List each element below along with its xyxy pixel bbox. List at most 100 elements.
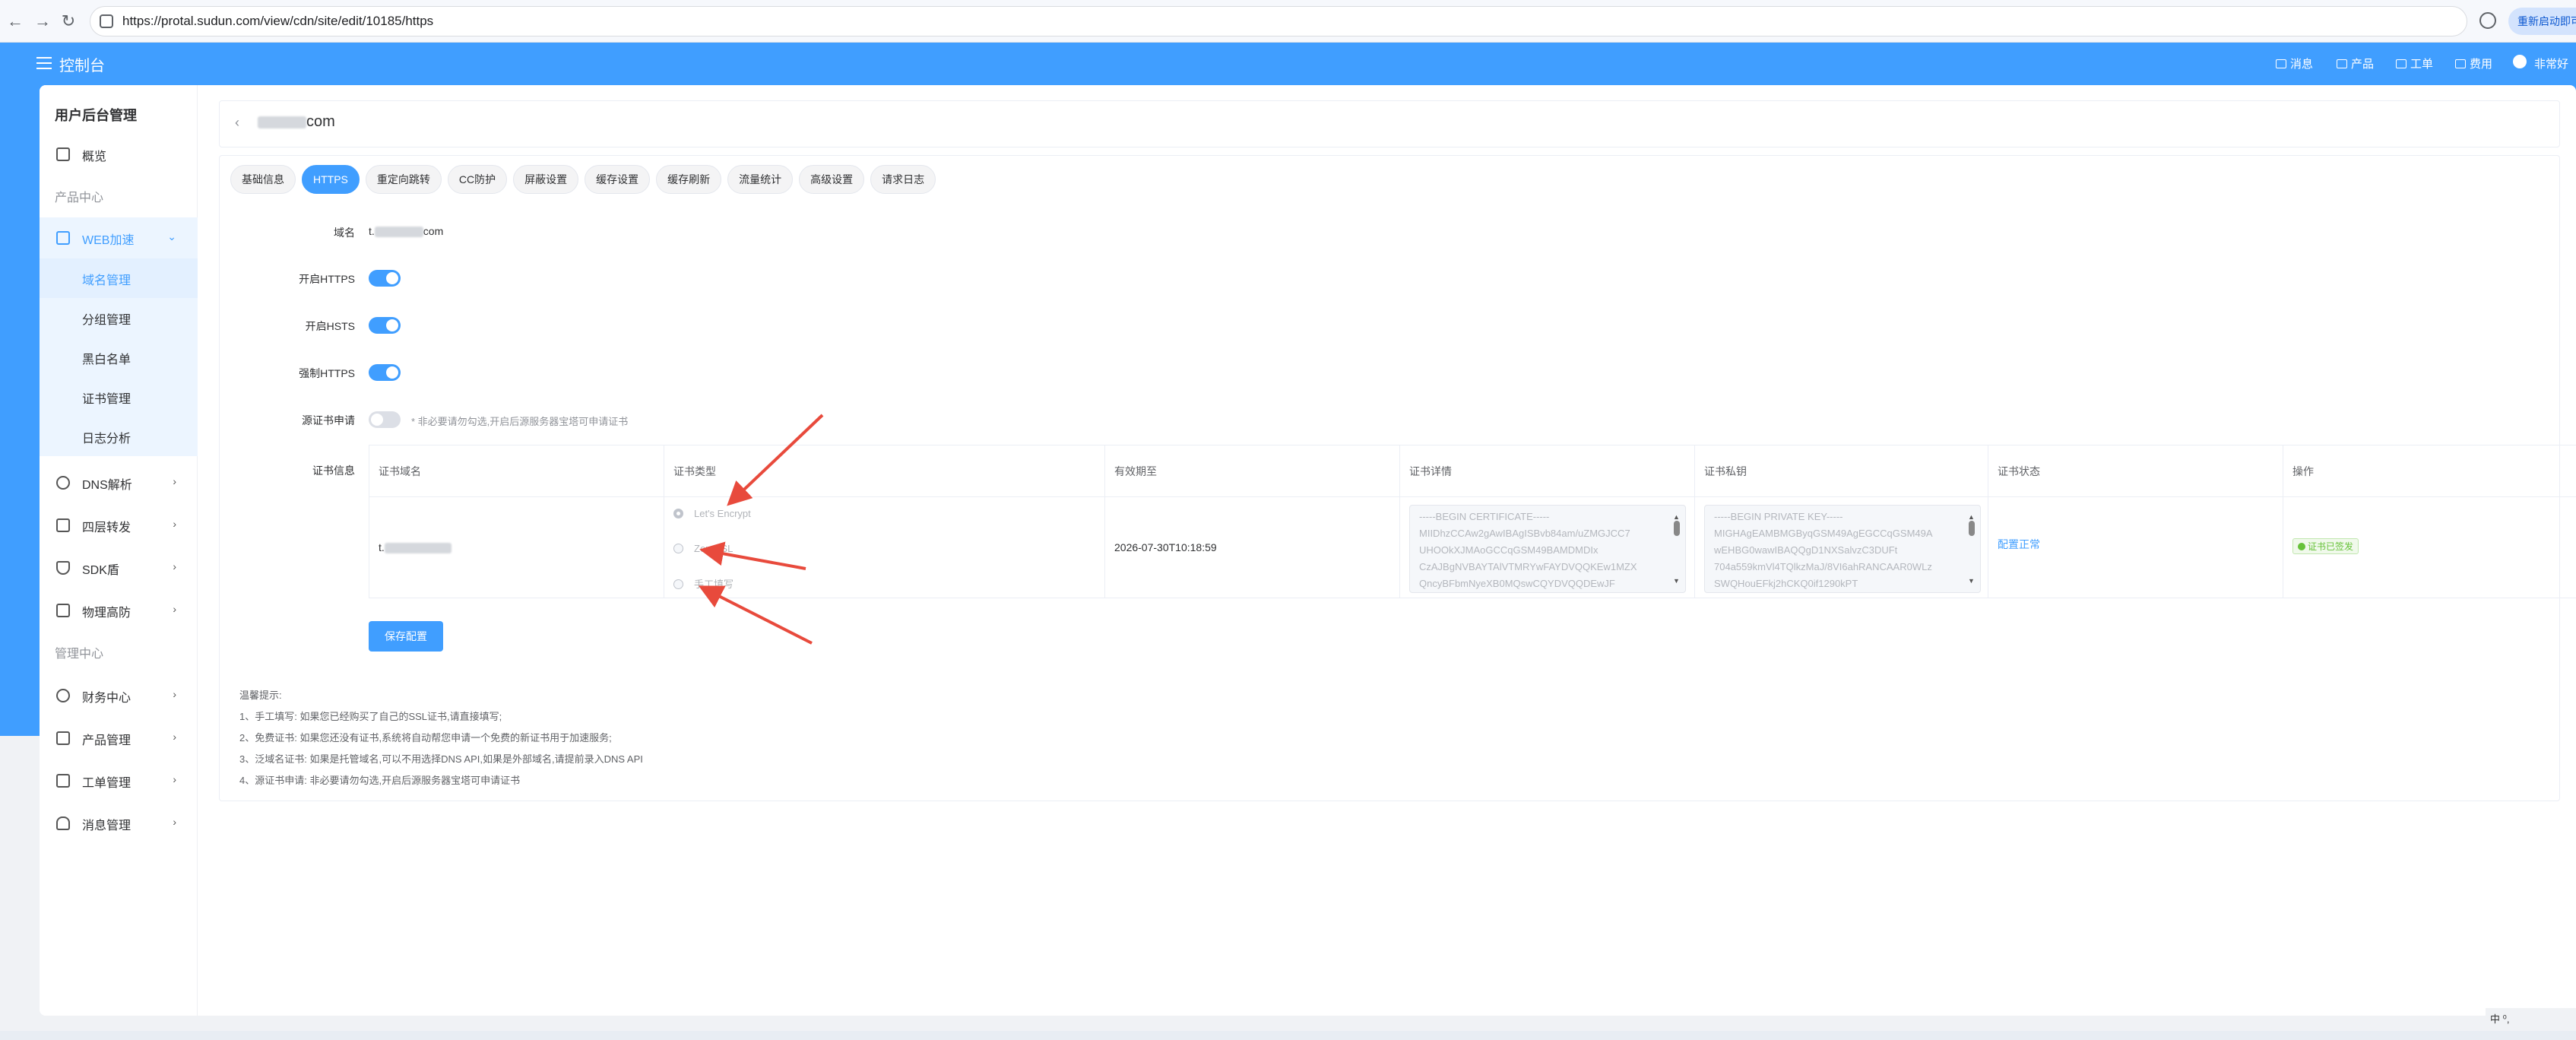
tab-https[interactable]: HTTPS <box>302 165 360 194</box>
sidebar-item-web-accel[interactable]: WEB加速 ⌄ <box>40 217 198 258</box>
domain-title: com <box>258 113 335 131</box>
system-tray[interactable]: 中 ⁰, <box>2486 1008 2576 1029</box>
url-text[interactable]: https://protal.sudun.com/view/cdn/site/e… <box>122 14 433 29</box>
sidebar-item-sdk[interactable]: SDK盾 › <box>40 547 198 588</box>
origin-cert-label: 源证书申请 <box>302 414 355 426</box>
site-info-icon[interactable] <box>100 14 113 28</box>
sidebar: 用户后台管理 概览 产品中心 WEB加速 ⌄ 域名管理 分组管理 黑白名单 证书… <box>40 85 198 1016</box>
shield-icon <box>56 561 70 575</box>
user-avatar[interactable] <box>2511 53 2528 70</box>
tip-line: 1、手工填写: 如果您已经购买了自己的SSL证书,请直接填写; <box>239 711 502 722</box>
key-textarea[interactable]: -----BEGIN PRIVATE KEY----- MIGHAgEAMBMG… <box>1704 505 1981 593</box>
cert-status-link[interactable]: 配置正常 <box>1998 537 2040 552</box>
chevron-down-icon: ⌄ <box>167 230 176 243</box>
tab-request-logs[interactable]: 请求日志 <box>870 165 936 194</box>
sidebar-item-messages[interactable]: 消息管理 › <box>40 803 198 844</box>
cert-type-cell: Let's Encrypt ZeroSSL 手工填写 <box>664 497 1105 598</box>
sidebar-sub-groups[interactable]: 分组管理 <box>40 298 198 338</box>
sidebar-sub-domains[interactable]: 域名管理 <box>40 258 198 298</box>
browser-toolbar: ← → ↻ https://protal.sudun.com/view/cdn/… <box>0 0 2576 43</box>
tab-bar: 基础信息 HTTPS 重定向跳转 CC防护 屏蔽设置 缓存设置 缓存刷新 流量统… <box>230 165 936 195</box>
sidebar-sub-certs[interactable]: 证书管理 <box>40 377 198 417</box>
cert-key-cell: -----BEGIN PRIVATE KEY----- MIGHAgEAMBMG… <box>1695 497 1988 598</box>
cert-scrollbar[interactable]: ▲ ▼ <box>1671 509 1682 589</box>
domain-label: 域名 <box>334 227 355 239</box>
tab-cc-protection[interactable]: CC防护 <box>447 165 508 194</box>
forward-icon[interactable]: → <box>30 9 55 33</box>
header-messages[interactable]: 消息 <box>2276 55 2313 71</box>
radio-zerossl[interactable]: ZeroSSL <box>673 543 733 554</box>
paper-plane-icon <box>56 231 70 245</box>
sidebar-group-products: 产品中心 <box>55 192 104 205</box>
https-label: 开启HTTPS <box>299 273 355 285</box>
chevron-right-icon: › <box>173 475 176 487</box>
header-products[interactable]: 产品 <box>2337 55 2374 71</box>
cubes-icon <box>56 731 70 745</box>
dollar-icon <box>56 689 70 702</box>
radio-manual[interactable]: 手工填写 <box>673 576 734 591</box>
back-icon[interactable]: ← <box>3 9 27 33</box>
tips-title: 温馨提示: <box>239 690 282 701</box>
force-https-switch[interactable] <box>369 364 401 381</box>
header-billing[interactable]: 费用 <box>2455 55 2492 71</box>
sidebar-title: 用户后台管理 <box>55 108 137 123</box>
cert-info-label: 证书信息 <box>312 465 355 477</box>
sidebar-item-physical-ddos[interactable]: 物理高防 › <box>40 590 198 631</box>
origin-cert-switch[interactable] <box>369 411 401 428</box>
taskbar-strip <box>0 1031 2576 1040</box>
tab-block-settings[interactable]: 屏蔽设置 <box>513 165 579 194</box>
tab-basic-info[interactable]: 基础信息 <box>230 165 296 194</box>
col-cert-detail: 证书详情 <box>1400 445 1695 497</box>
sidebar-item-product-mgmt[interactable]: 产品管理 › <box>40 718 198 759</box>
sidebar-item-l4-forward[interactable]: 四层转发 › <box>40 505 198 546</box>
sidebar-item-overview[interactable]: 概览 <box>40 134 198 175</box>
tip-line: 2、免费证书: 如果您还没有证书,系统将自动帮您申请一个免费的新证书用于加速服务… <box>239 732 612 744</box>
cert-domain-cell: t. <box>379 541 452 554</box>
tab-cache-refresh[interactable]: 缓存刷新 <box>656 165 722 194</box>
sidebar-item-tickets[interactable]: 工单管理 › <box>40 760 198 801</box>
cert-detail-cell: -----BEGIN CERTIFICATE----- MIIDhzCCAw2g… <box>1400 497 1695 598</box>
hamburger-menu-icon[interactable] <box>36 57 52 69</box>
hsts-switch[interactable] <box>369 317 401 334</box>
sidebar-item-finance[interactable]: 财务中心 › <box>40 675 198 716</box>
force-https-label: 强制HTTPS <box>299 367 355 379</box>
forward-arrows-icon <box>56 518 70 532</box>
tab-cache-settings[interactable]: 缓存设置 <box>585 165 651 194</box>
sidebar-group-management: 管理中心 <box>55 648 104 661</box>
ticket-icon <box>56 774 70 788</box>
sidebar-sub-blacklist[interactable]: 黑白名单 <box>40 338 198 377</box>
browser-update-button[interactable]: 重新启动即可更新 <box>2508 8 2576 35</box>
save-config-button[interactable]: 保存配置 <box>369 621 443 652</box>
tip-line: 4、源证书申请: 非必要请勿勾选,开启后源服务器宝塔可申请证书 <box>239 775 521 786</box>
tips-section: 温馨提示: 1、手工填写: 如果您已经购买了自己的SSL证书,请直接填写; 2、… <box>239 685 643 791</box>
console-title[interactable]: 控制台 <box>59 53 105 75</box>
chevron-right-icon: › <box>173 731 176 743</box>
sidebar-item-dns[interactable]: DNS解析 › <box>40 462 198 503</box>
https-switch[interactable] <box>369 270 401 287</box>
chevron-right-icon: › <box>173 816 176 828</box>
col-cert-key: 证书私钥 <box>1695 445 1988 497</box>
grid-icon <box>56 147 70 161</box>
expiry-value: 2026-07-30T10:18:59 <box>1114 541 1217 553</box>
tab-advanced[interactable]: 高级设置 <box>799 165 865 194</box>
sidebar-sub-logs[interactable]: 日志分析 <box>40 417 198 456</box>
tab-redirect[interactable]: 重定向跳转 <box>365 165 442 194</box>
back-chevron-icon[interactable]: ‹ <box>235 115 239 131</box>
cert-table: 证书域名 证书类型 有效期至 证书详情 证书私钥 证书状态 操作 t. Let'… <box>369 445 2576 598</box>
header-tickets[interactable]: 工单 <box>2396 55 2433 71</box>
cert-textarea[interactable]: -----BEGIN CERTIFICATE----- MIIDhzCCAw2g… <box>1409 505 1686 593</box>
col-cert-type: 证书类型 <box>664 445 1105 497</box>
address-bar[interactable]: https://protal.sudun.com/view/cdn/site/e… <box>90 6 2467 36</box>
key-scrollbar[interactable]: ▲ ▼ <box>1966 509 1977 589</box>
folder-icon <box>2455 59 2466 68</box>
tip-line: 3、泛域名证书: 如果是托管域名,可以不用选择DNS API,如果是外部域名,请… <box>239 753 643 765</box>
actions-cell: 证书已签发 <box>2283 497 2576 598</box>
status-badge: 证书已签发 <box>2292 538 2359 554</box>
header-user[interactable]: 非常好 <box>2534 55 2568 71</box>
tab-traffic-stats[interactable]: 流量统计 <box>727 165 794 194</box>
expiry-cell: 2026-07-30T10:18:59 <box>1105 497 1400 598</box>
reload-icon[interactable]: ↻ <box>56 9 81 33</box>
profile-icon[interactable] <box>2479 12 2496 29</box>
box-icon <box>2337 59 2347 68</box>
radio-letsencrypt[interactable]: Let's Encrypt <box>673 508 751 519</box>
